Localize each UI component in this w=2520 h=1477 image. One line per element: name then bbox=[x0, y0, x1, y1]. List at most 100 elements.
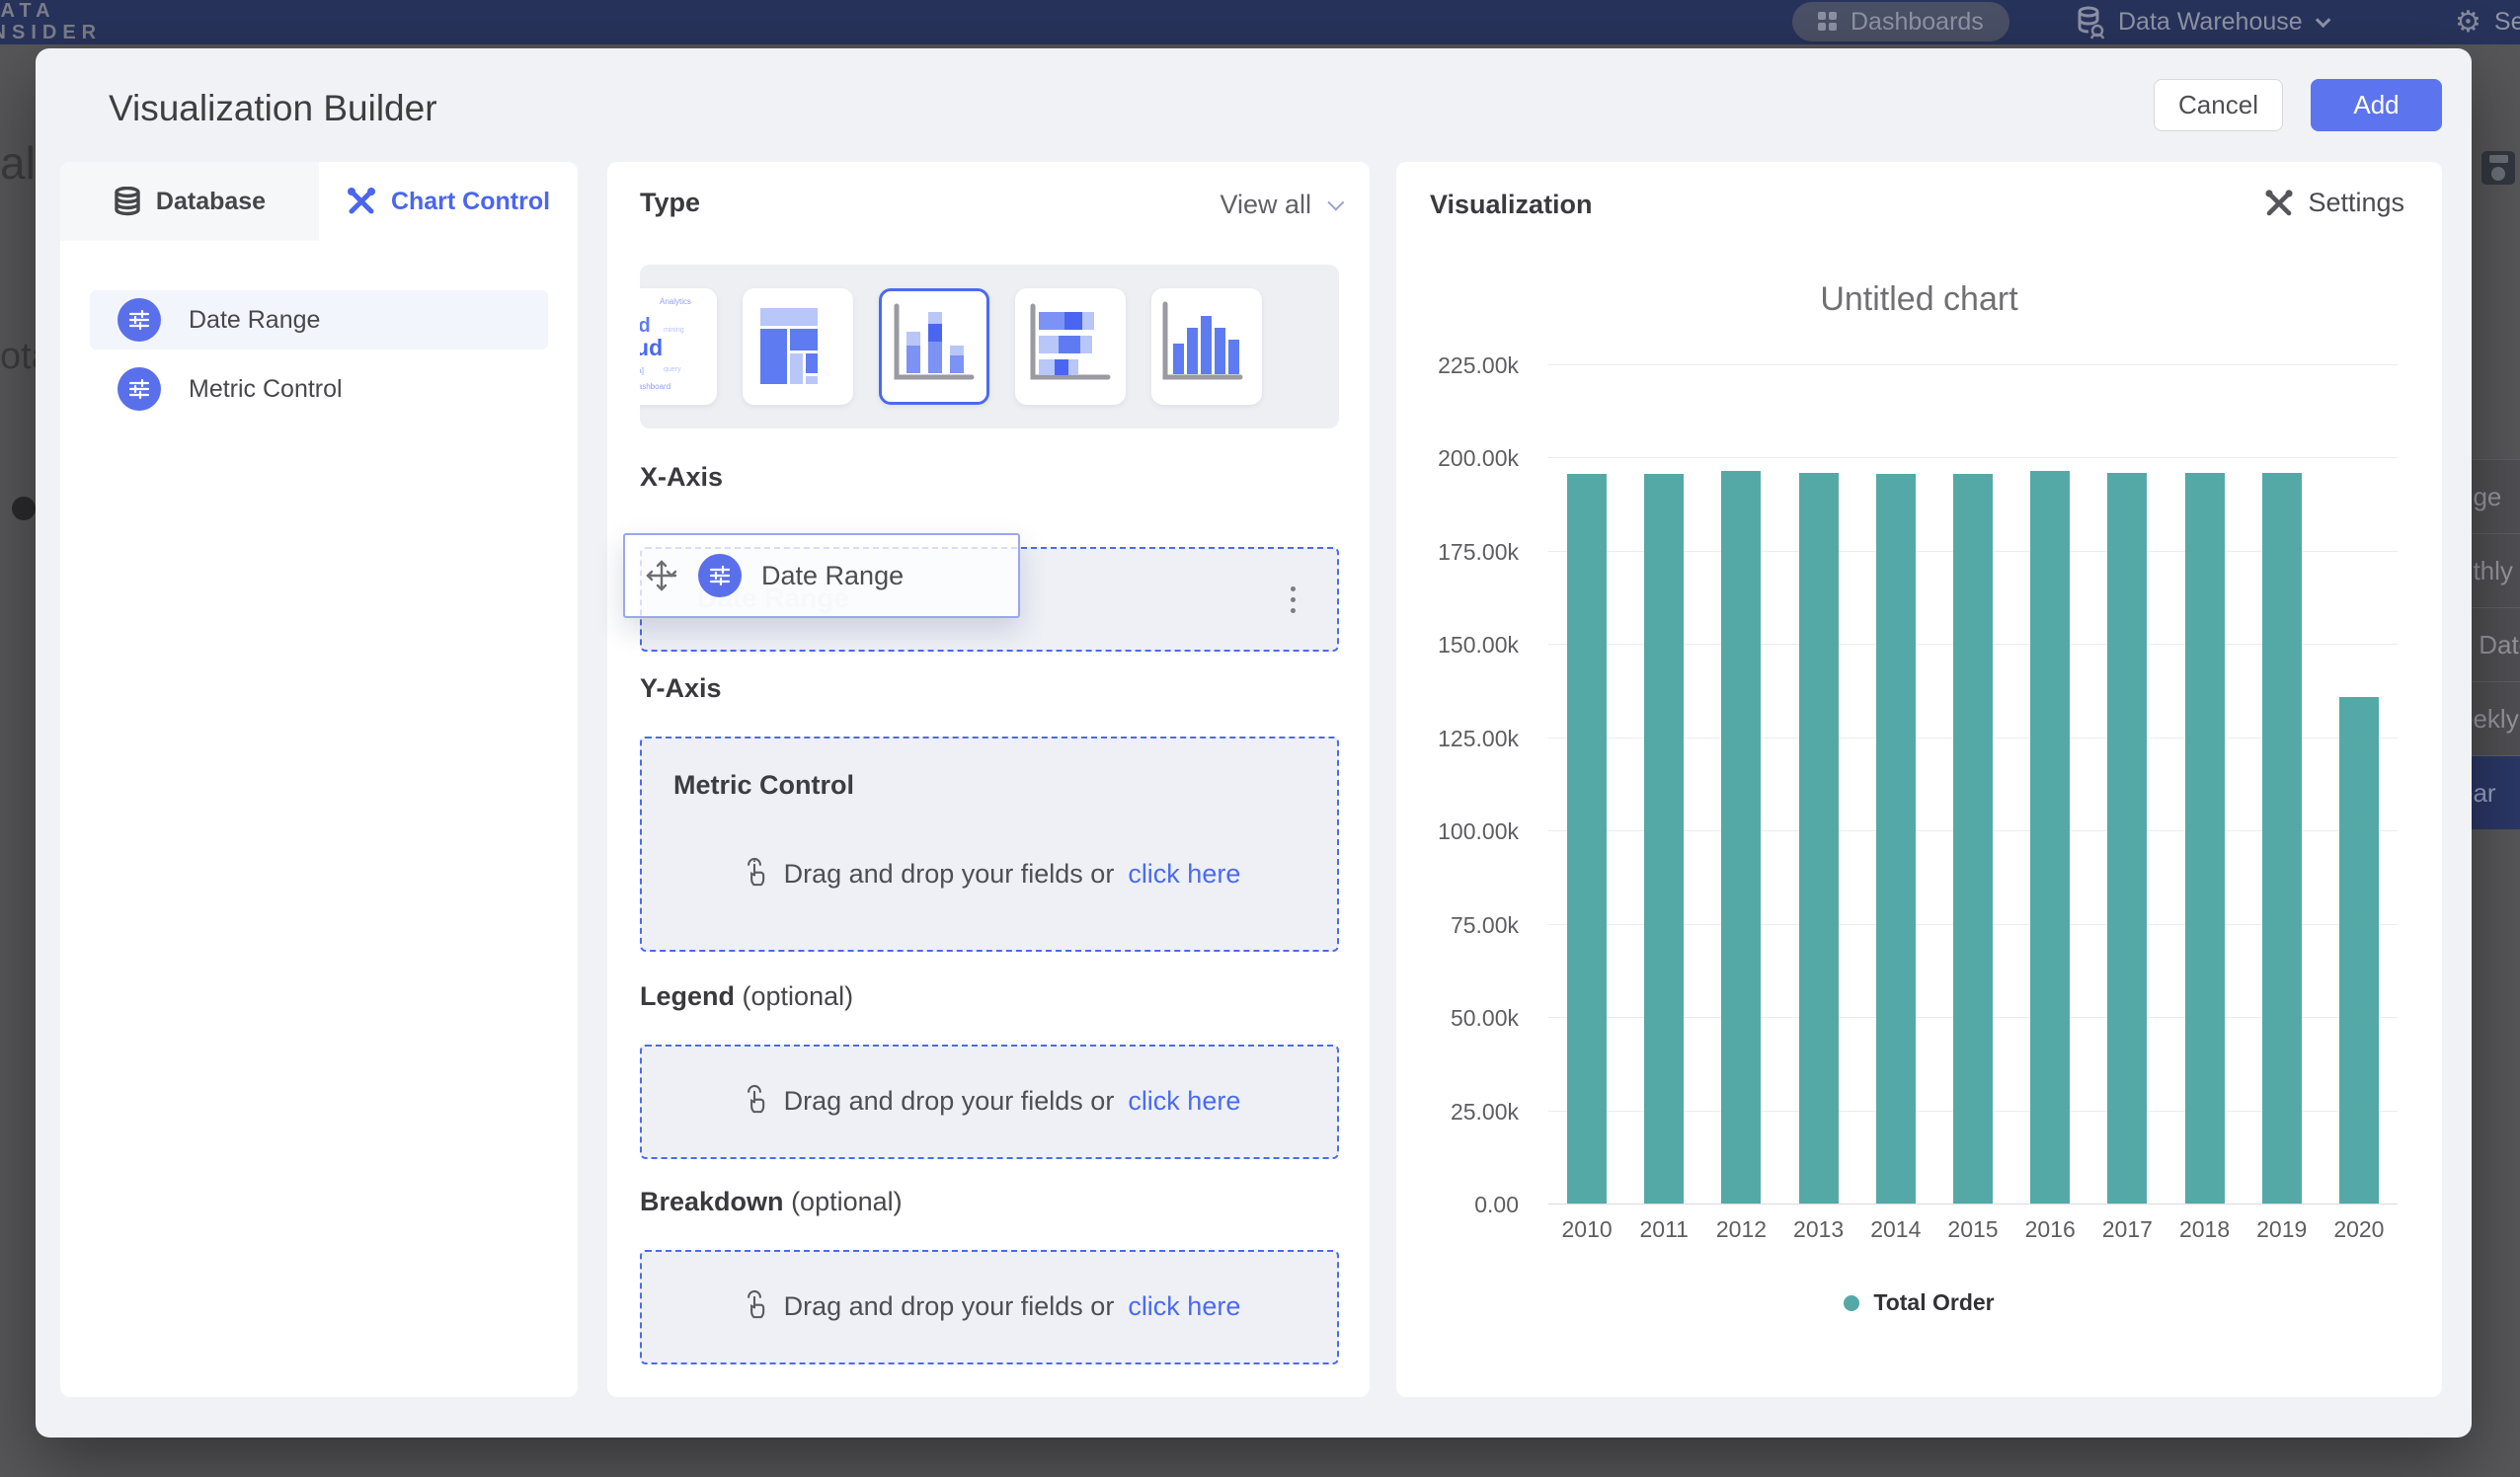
type-section-label: Type bbox=[640, 188, 700, 218]
background-text-fragment: al bbox=[0, 136, 36, 190]
y-tick-label: 25.00k bbox=[1406, 1099, 1519, 1126]
bar-2012 bbox=[1721, 471, 1761, 1204]
chart-type-strip: WordCloudinsightsAnalyticsmining[data]qu… bbox=[640, 265, 1339, 428]
bar-2018 bbox=[2185, 473, 2225, 1204]
chart-type-column[interactable] bbox=[1151, 288, 1262, 405]
click-here-link[interactable]: click here bbox=[1128, 859, 1240, 890]
gridline bbox=[1548, 364, 2398, 365]
save-icon[interactable] bbox=[2481, 150, 2516, 186]
click-here-link[interactable]: click here bbox=[1128, 1086, 1240, 1117]
click-here-link[interactable]: click here bbox=[1128, 1291, 1240, 1322]
modal-title: Visualization Builder bbox=[109, 88, 437, 129]
legend-section-label: Legend (optional) bbox=[640, 981, 853, 1012]
bar-2011 bbox=[1644, 474, 1684, 1204]
legend-dot-icon bbox=[1844, 1295, 1859, 1311]
dragged-field-label: Date Range bbox=[761, 561, 904, 591]
control-field-icon bbox=[118, 298, 161, 342]
control-field-icon bbox=[698, 554, 742, 597]
nav-data-warehouse-label: Data Warehouse bbox=[2118, 8, 2303, 37]
settings-button[interactable]: Settings bbox=[2264, 188, 2404, 218]
x-axis-section-label: X-Axis bbox=[640, 462, 723, 493]
y-axis-zone-title: Metric Control bbox=[673, 770, 854, 801]
move-icon bbox=[645, 559, 678, 592]
visualization-header: Visualization bbox=[1430, 190, 1593, 220]
database-icon bbox=[2076, 6, 2105, 39]
drop-hint-text: Drag and drop your fields or bbox=[784, 859, 1115, 890]
y-axis-section-label: Y-Axis bbox=[640, 673, 722, 704]
y-tick-label: 50.00k bbox=[1406, 1005, 1519, 1032]
dashboards-grid-icon bbox=[1818, 12, 1838, 32]
legend-dropzone[interactable]: Drag and drop your fields or click here bbox=[640, 1045, 1339, 1159]
control-field-icon bbox=[118, 367, 161, 411]
bar-2020 bbox=[2339, 697, 2379, 1204]
control-field-list: Date Range Metric Control bbox=[60, 290, 578, 419]
gear-icon: ⚙ bbox=[2455, 5, 2481, 39]
dragged-field-card[interactable]: Date Range bbox=[623, 533, 1020, 618]
drop-hint-text: Drag and drop your fields or bbox=[784, 1291, 1115, 1322]
x-tick-label: 2019 bbox=[2244, 1216, 2321, 1243]
y-tick-label: 200.00k bbox=[1406, 445, 1519, 472]
bar-2015 bbox=[1953, 474, 1993, 1204]
tab-chart-control[interactable]: Chart Control bbox=[319, 162, 578, 241]
bar-2010 bbox=[1567, 474, 1607, 1204]
kebab-menu-icon[interactable] bbox=[1278, 580, 1307, 619]
svg-text:[data]: [data] bbox=[640, 366, 644, 375]
tools-icon bbox=[2264, 189, 2294, 218]
x-tick-label: 2018 bbox=[2166, 1216, 2243, 1243]
breakdown-label: Breakdown bbox=[640, 1187, 784, 1216]
svg-text:mining: mining bbox=[664, 327, 684, 334]
field-item-date-range[interactable]: Date Range bbox=[90, 290, 548, 350]
gridline bbox=[1548, 457, 2398, 458]
y-tick-label: 125.00k bbox=[1406, 726, 1519, 752]
x-tick-label: 2013 bbox=[1780, 1216, 1857, 1243]
nav-settings[interactable]: ⚙ Settings bbox=[2455, 0, 2520, 44]
svg-text:Dashboard: Dashboard bbox=[640, 382, 670, 391]
svg-text:Word: Word bbox=[640, 315, 651, 337]
x-tick-label: 2012 bbox=[1702, 1216, 1779, 1243]
nav-settings-label: Settings bbox=[2494, 8, 2520, 37]
legend-optional: (optional) bbox=[743, 981, 854, 1011]
nav-dashboards-label: Dashboards bbox=[1851, 8, 1984, 37]
tools-icon bbox=[347, 187, 376, 216]
database-icon bbox=[114, 187, 141, 216]
chart-type-stacked-bar[interactable] bbox=[1015, 288, 1126, 405]
cancel-button[interactable]: Cancel bbox=[2154, 79, 2283, 131]
chart-type-treemap[interactable] bbox=[743, 288, 853, 405]
legend-series-label: Total Order bbox=[1873, 1289, 1994, 1316]
visualization-builder-modal: Visualization Builder Cancel Add Databas… bbox=[36, 48, 2472, 1438]
chart-title: Untitled chart bbox=[1396, 280, 2442, 319]
screen: DATA INSIDER Dashboards Data Warehouse ⚙… bbox=[0, 0, 2520, 1477]
view-all-dropdown[interactable]: View all bbox=[1220, 190, 1339, 220]
bar-2013 bbox=[1799, 473, 1839, 1204]
view-all-label: View all bbox=[1220, 190, 1311, 220]
field-item-metric-control[interactable]: Metric Control bbox=[90, 359, 548, 419]
bar-2016 bbox=[2030, 471, 2070, 1204]
app-logo: DATA INSIDER bbox=[0, 0, 102, 43]
x-tick-label: 2015 bbox=[1934, 1216, 2011, 1243]
x-tick-label: 2010 bbox=[1548, 1216, 1625, 1243]
legend-label: Legend bbox=[640, 981, 735, 1011]
bar-2017 bbox=[2107, 473, 2147, 1204]
bar-2014 bbox=[1876, 474, 1916, 1204]
nav-data-warehouse[interactable]: Data Warehouse bbox=[2076, 0, 2326, 44]
builder-panel: Type View all WordCloudinsightsAnalytics… bbox=[607, 162, 1370, 1397]
drop-hint: Drag and drop your fields or click here bbox=[642, 857, 1337, 891]
add-button[interactable]: Add bbox=[2311, 79, 2442, 131]
y-tick-label: 100.00k bbox=[1406, 818, 1519, 845]
app-topbar: DATA INSIDER Dashboards Data Warehouse ⚙… bbox=[0, 0, 2520, 44]
nav-dashboards[interactable]: Dashboards bbox=[1792, 2, 2009, 41]
breakdown-section-label: Breakdown (optional) bbox=[640, 1187, 903, 1217]
chart-plot-area bbox=[1548, 364, 2398, 1204]
tab-database[interactable]: Database bbox=[60, 162, 319, 241]
x-tick-label: 2016 bbox=[2011, 1216, 2088, 1243]
drop-hint: Drag and drop your fields or click here bbox=[642, 1084, 1337, 1118]
background-bullet bbox=[12, 497, 36, 520]
chart-type-stacked-column[interactable] bbox=[879, 288, 989, 405]
field-item-label: Date Range bbox=[189, 306, 320, 335]
bar-2019 bbox=[2262, 473, 2302, 1204]
chart-type-word-cloud[interactable]: WordCloudinsightsAnalyticsmining[data]qu… bbox=[640, 288, 717, 405]
settings-label: Settings bbox=[2308, 188, 2404, 218]
y-tick-label: 150.00k bbox=[1406, 632, 1519, 659]
breakdown-dropzone[interactable]: Drag and drop your fields or click here bbox=[640, 1250, 1339, 1364]
y-axis-dropzone[interactable]: Metric Control Drag and drop your fields… bbox=[640, 737, 1339, 952]
